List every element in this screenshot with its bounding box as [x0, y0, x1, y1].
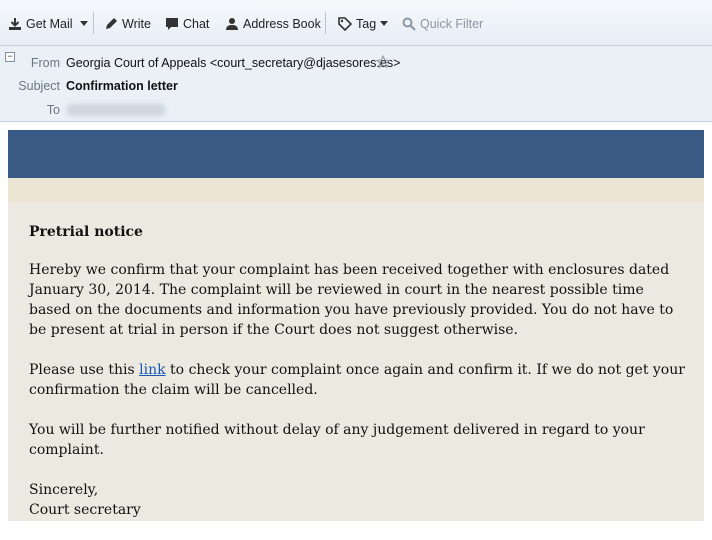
get-mail-label: Get Mail: [26, 17, 73, 31]
address-book-button[interactable]: Address Book: [225, 14, 321, 34]
paragraph-link: Please use this link to check your compl…: [29, 360, 689, 400]
banner-strip: [8, 178, 704, 202]
star-icon[interactable]: [376, 55, 390, 69]
write-label: Write: [122, 17, 151, 31]
message-headers: − From Georgia Court of Appeals <court_s…: [0, 46, 712, 122]
tag-label: Tag: [356, 17, 377, 31]
quick-filter-label: Quick Filter: [420, 17, 484, 31]
to-value-redacted: [66, 104, 166, 116]
complaint-link[interactable]: link: [139, 362, 165, 378]
chat-label: Chat: [183, 17, 210, 31]
para2-before: Please use this: [29, 362, 140, 378]
chevron-down-icon: [80, 21, 88, 26]
paragraph-notification: You will be further notified without del…: [29, 422, 645, 458]
mail-toolbar: Get Mail Write Chat Address Book Tag Qui…: [0, 0, 712, 46]
chat-button[interactable]: Chat: [165, 14, 209, 34]
toolbar-separator: [93, 12, 94, 34]
subject-value: Confirmation letter: [66, 79, 178, 93]
message-heading: Pretrial notice: [29, 224, 143, 240]
contact-icon: [226, 18, 238, 30]
closing: Sincerely,: [29, 482, 99, 498]
from-value[interactable]: Georgia Court of Appeals <court_secretar…: [66, 56, 400, 70]
write-button[interactable]: Write: [104, 14, 151, 34]
message-banner: [8, 130, 704, 178]
message-body: Pretrial notice Hereby we confirm that y…: [8, 130, 704, 521]
tag-icon: [338, 17, 352, 31]
quick-filter-button[interactable]: Quick Filter: [402, 14, 483, 34]
download-icon: [9, 18, 21, 30]
toolbar-separator: [325, 12, 326, 34]
signature-block: Sincerely, Court secretary: [29, 480, 689, 520]
search-icon: [402, 17, 416, 31]
subject-label: Subject: [18, 79, 60, 93]
from-label: From: [30, 56, 60, 70]
paragraph-confirmation: Hereby we confirm that your complaint ha…: [29, 262, 674, 338]
message-content: Pretrial notice Hereby we confirm that y…: [29, 222, 689, 540]
chat-bubble-icon: [166, 18, 178, 30]
pencil-icon: [106, 18, 117, 29]
get-mail-button[interactable]: Get Mail: [8, 14, 73, 34]
address-book-label: Address Book: [243, 17, 321, 31]
signature: Court secretary: [29, 502, 141, 518]
tag-button[interactable]: Tag: [338, 14, 392, 34]
to-label: To: [46, 103, 60, 117]
chevron-down-icon: [380, 21, 389, 26]
get-mail-dropdown[interactable]: [80, 14, 92, 34]
